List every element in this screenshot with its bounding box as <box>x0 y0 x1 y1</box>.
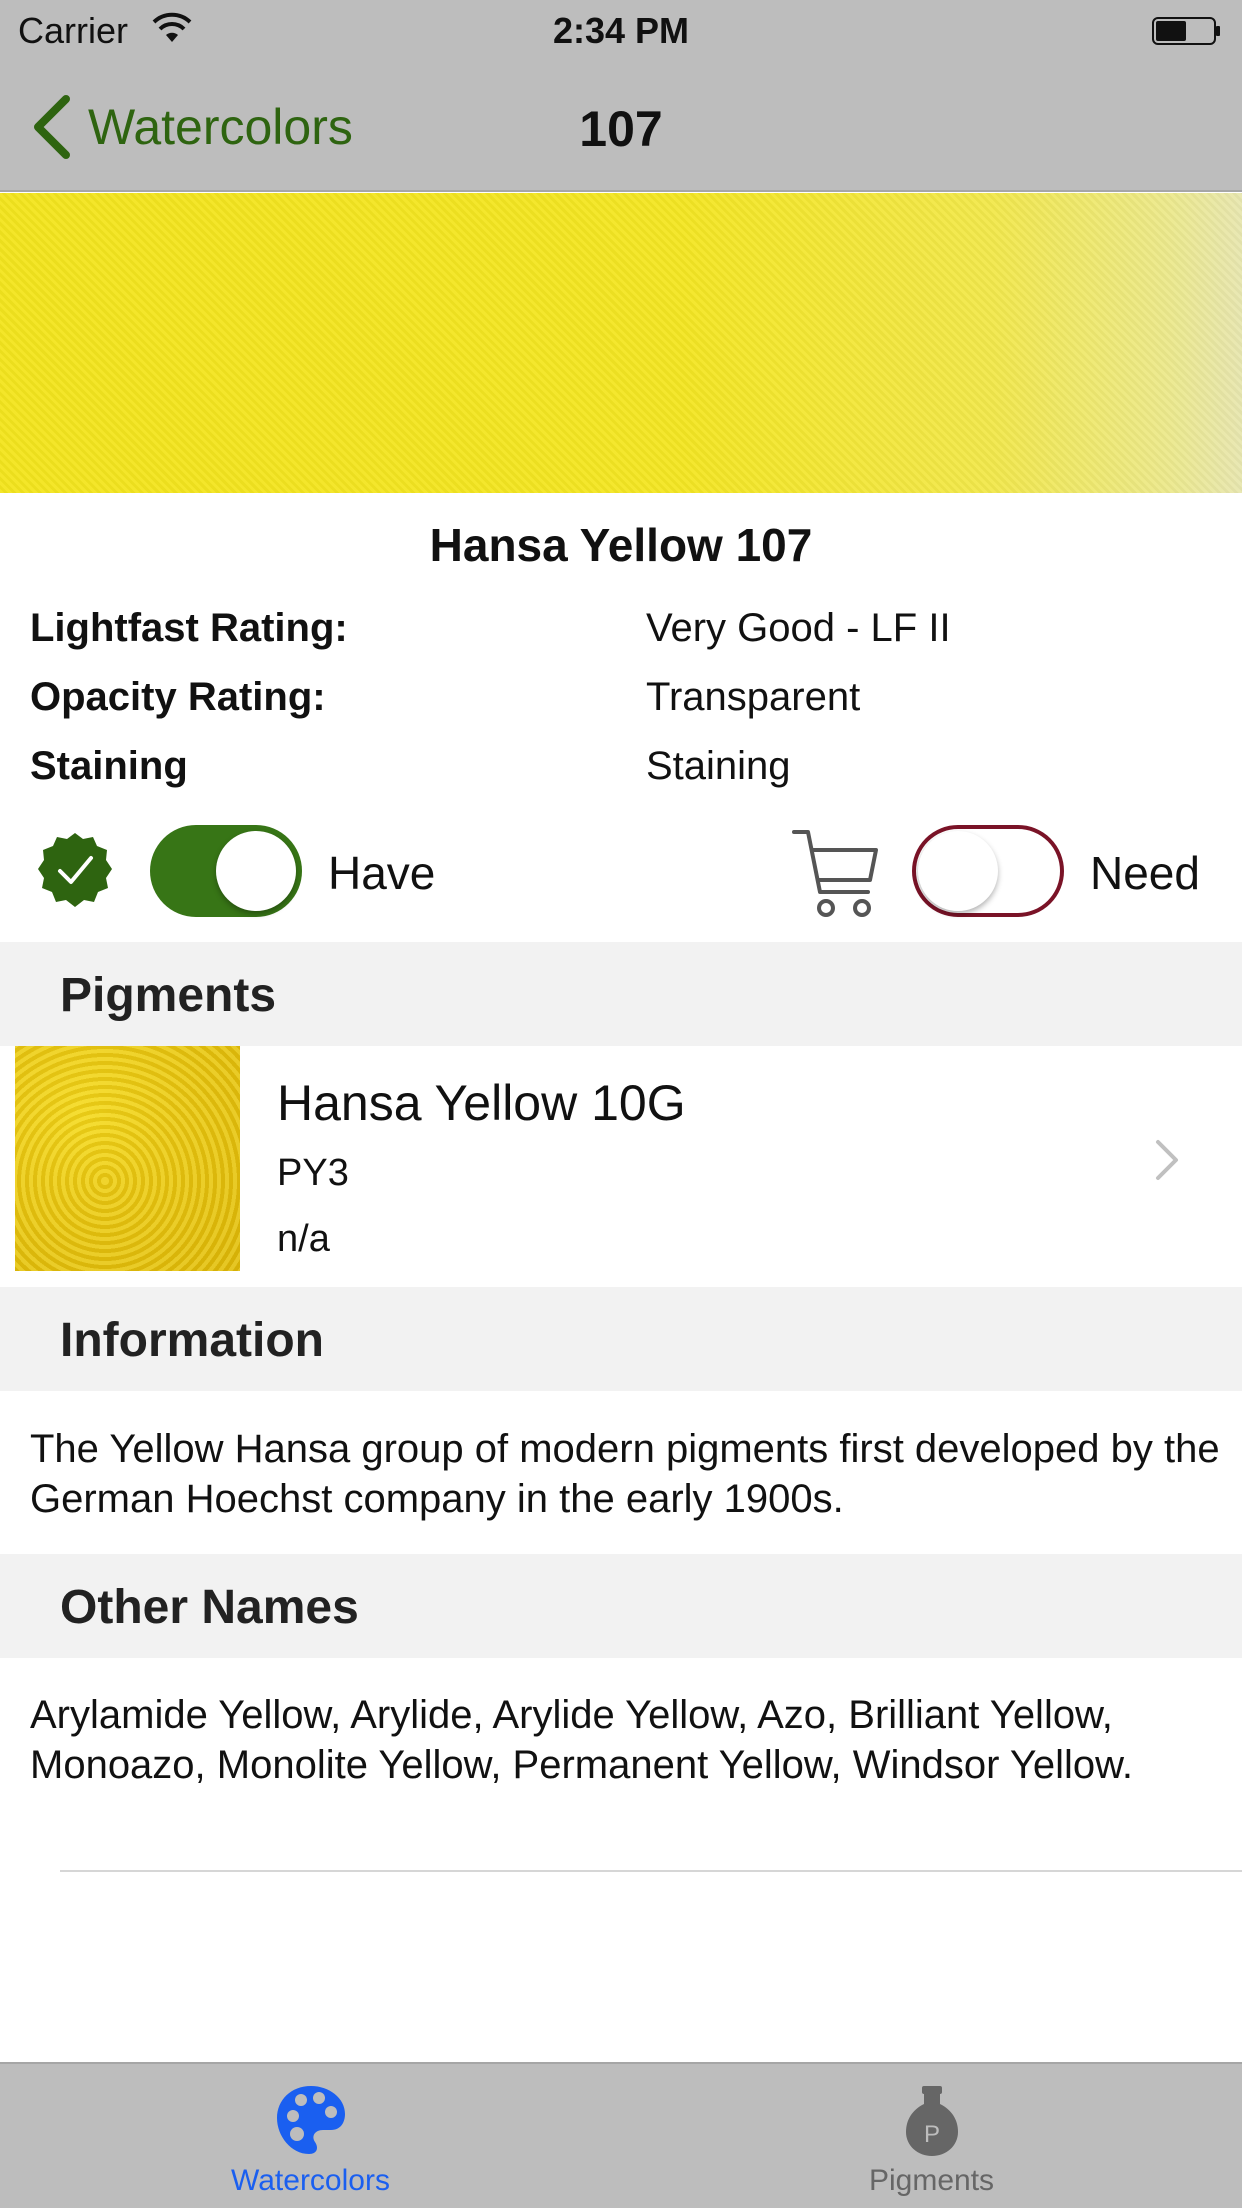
status-bar: Carrier 2:34 PM <box>0 0 1242 62</box>
top-bar: Carrier 2:34 PM Watercolors 107 <box>0 0 1242 192</box>
have-label: Have <box>328 847 436 899</box>
paint-name: Hansa Yellow 107 <box>429 519 813 571</box>
pigments-section-title: Pigments <box>60 969 277 1022</box>
staining-value: Staining <box>646 744 791 788</box>
information-section-header: Information <box>0 1287 1242 1391</box>
have-toggle[interactable] <box>150 825 302 917</box>
pigment-code: PY3 <box>277 1152 349 1194</box>
tab-bar: Watercolors P Pigments <box>0 2062 1242 2208</box>
svg-text:P: P <box>923 2121 939 2148</box>
staining-label: Staining <box>30 744 188 788</box>
pigments-section-header: Pigments <box>0 942 1242 1046</box>
pigment-list-item[interactable]: Hansa Yellow 10G PY3 n/a <box>0 1046 1242 1286</box>
chevron-right-icon <box>1156 1140 1178 1180</box>
information-section-title: Information <box>60 1314 324 1367</box>
other-names-section-title: Other Names <box>60 1581 359 1634</box>
information-text: The Yellow Hansa group of modern pigment… <box>30 1427 1220 1521</box>
other-names-text: Arylamide Yellow, Arylide, Arylide Yello… <box>30 1693 1133 1787</box>
checkmark-badge-icon <box>38 833 112 907</box>
navigation-bar: Watercolors 107 <box>0 62 1242 192</box>
pigment-name: Hansa Yellow 10G <box>277 1075 686 1131</box>
tab-pigments[interactable]: P Pigments <box>621 2064 1242 2208</box>
shopping-cart-icon <box>792 830 878 917</box>
palette-icon <box>276 2086 345 2154</box>
lightfast-rating-value: Very Good - LF II <box>646 606 951 650</box>
divider <box>60 1870 1242 1872</box>
page-title: 107 <box>579 101 663 157</box>
need-toggle-knob <box>918 831 998 911</box>
paint-swatch-image <box>0 193 1242 493</box>
lightfast-rating-label: Lightfast Rating: <box>30 606 348 650</box>
pigment-thumbnail <box>15 1046 240 1271</box>
battery-icon <box>1152 17 1220 45</box>
need-label: Need <box>1090 847 1200 899</box>
opacity-rating-label: Opacity Rating: <box>30 675 326 719</box>
pigment-extra: n/a <box>277 1218 330 1260</box>
status-time: 2:34 PM <box>552 10 690 51</box>
need-toggle[interactable] <box>912 825 1064 917</box>
tab-pigments-label: Pigments <box>868 2164 995 2197</box>
have-toggle-knob <box>216 831 296 911</box>
tab-watercolors[interactable]: Watercolors <box>0 2064 621 2208</box>
tab-watercolors-label: Watercolors <box>231 2164 390 2197</box>
other-names-section-header: Other Names <box>0 1554 1242 1658</box>
pigment-jar-icon: P <box>905 2086 958 2156</box>
opacity-rating-value: Transparent <box>646 675 861 719</box>
